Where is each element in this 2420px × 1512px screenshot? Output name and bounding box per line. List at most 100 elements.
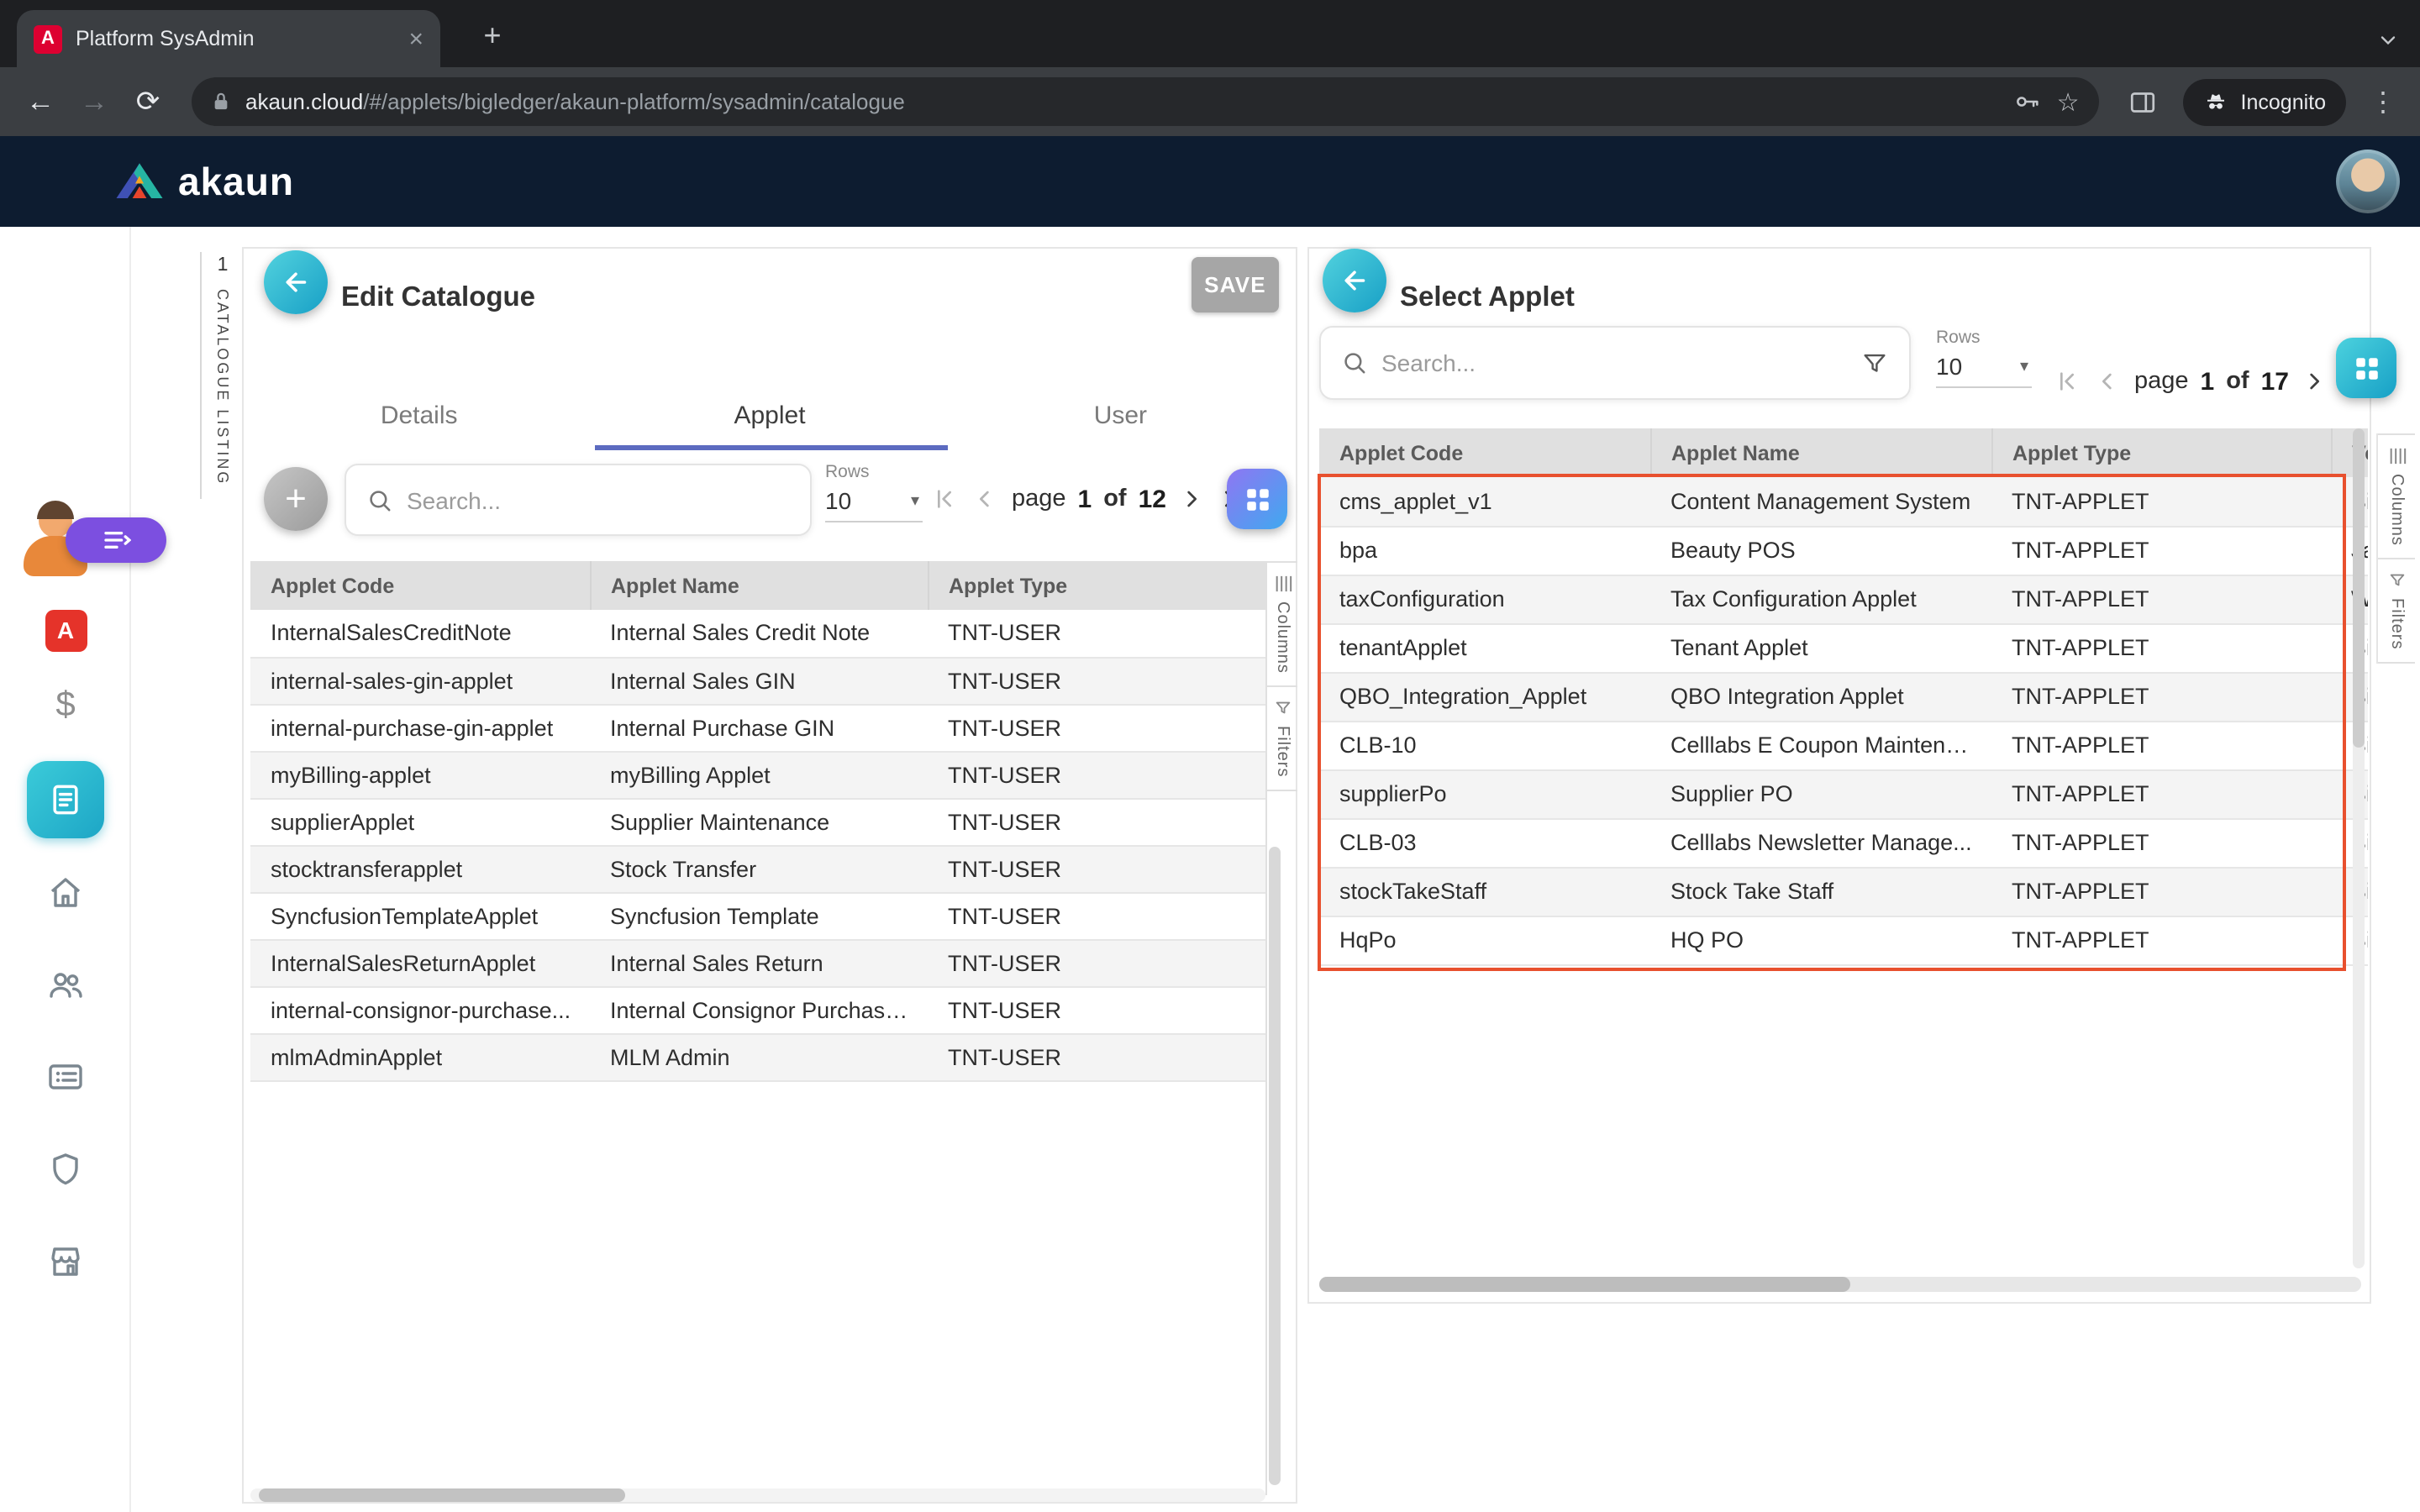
table-row[interactable]: stocktransferappletStock TransferTNT-USE… <box>250 845 1265 892</box>
table-cell: TNT-USER <box>928 751 1265 798</box>
table-cell: InternalSalesCreditNote <box>250 610 590 657</box>
column-header[interactable]: Applet Type <box>928 561 1265 610</box>
table-cell: Celllabs Newsletter Manage... <box>1650 818 1991 867</box>
search-icon <box>1341 349 1368 376</box>
password-key-icon[interactable] <box>2013 87 2042 116</box>
table-row[interactable]: supplierAppletSupplier MaintenanceTNT-US… <box>250 798 1265 845</box>
sidebar-item-store[interactable] <box>0 1242 131 1282</box>
akaun-logo[interactable]: akaun <box>114 159 294 204</box>
columns-side-tab[interactable]: Columns <box>1267 561 1297 687</box>
filters-side-tab[interactable]: Filters <box>2378 559 2415 663</box>
table-cell: supplierApplet <box>250 798 590 845</box>
table-row[interactable]: internal-consignor-purchase...Internal C… <box>250 986 1265 1033</box>
pagination: page 1 of 12 <box>926 472 1250 526</box>
table-row[interactable]: myBilling-appletmyBilling AppletTNT-USER <box>250 751 1265 798</box>
purple-menu-pill-icon[interactable] <box>66 517 166 563</box>
back-circle-button[interactable] <box>264 250 328 314</box>
logo-text: akaun <box>178 159 294 204</box>
sidebar-item-home[interactable] <box>0 872 131 912</box>
browser-tab-strip: A Platform SysAdmin × + <box>0 0 2420 67</box>
tab-search-chevron-icon[interactable] <box>2376 29 2400 52</box>
table-row[interactable]: QBO_Integration_AppletQBO Integration Ap… <box>1319 672 2368 721</box>
horizontal-scrollbar-thumb[interactable] <box>1319 1277 1850 1292</box>
table-row[interactable]: HqPoHQ POTNT-APPLETBi <box>1319 916 2368 964</box>
table-cell: TNT-APPLET <box>1991 769 2331 818</box>
table-row[interactable]: internal-sales-gin-appletInternal Sales … <box>250 657 1265 704</box>
next-page-button[interactable] <box>2296 361 2333 402</box>
sidebar-item-users[interactable] <box>0 964 131 1005</box>
table-row[interactable]: InternalSalesCreditNoteInternal Sales Cr… <box>250 610 1265 657</box>
url-path: /#/applets/bigledger/akaun-platform/sysa… <box>363 89 905 114</box>
applet-search[interactable] <box>345 464 812 536</box>
sidebar-item-agent[interactable] <box>0 501 131 581</box>
applet-search[interactable] <box>1319 326 1911 400</box>
vertical-scrollbar-thumb[interactable] <box>2353 428 2365 748</box>
side-panel-icon[interactable] <box>2120 78 2167 125</box>
table-cell: TNT-APPLET <box>1991 672 2331 721</box>
table-row[interactable]: CLB-03Celllabs Newsletter Manage...TNT-A… <box>1319 818 2368 867</box>
table-row[interactable]: CLB-10Celllabs E Coupon Maintenan...TNT-… <box>1319 721 2368 769</box>
sidebar-item-security[interactable] <box>0 1149 131 1189</box>
column-header[interactable]: Applet Name <box>1650 428 1991 477</box>
columns-label: Columns <box>1273 601 1292 674</box>
address-bar[interactable]: akaun.cloud/#/applets/bigledger/akaun-pl… <box>192 77 2100 126</box>
search-input[interactable] <box>1381 349 1847 376</box>
url-host: akaun.cloud <box>245 89 363 114</box>
back-circle-button[interactable] <box>1323 249 1386 312</box>
rows-label: Rows <box>1936 328 2032 348</box>
sidebar-item-modules[interactable] <box>0 1057 131 1097</box>
browser-menu-icon[interactable]: ⋮ <box>2363 85 2403 118</box>
prev-page-button[interactable] <box>2089 361 2126 402</box>
tab-user[interactable]: User <box>945 383 1296 447</box>
filters-side-tab[interactable]: Filters <box>1267 687 1297 790</box>
table-row[interactable]: mlmAdminAppletMLM AdminTNT-USER <box>250 1033 1265 1080</box>
column-header[interactable]: Applet Name <box>590 561 928 610</box>
first-page-button[interactable] <box>926 479 963 519</box>
column-header[interactable]: Applet Code <box>1319 428 1650 477</box>
grid-view-button[interactable] <box>2336 338 2396 398</box>
horizontal-scrollbar-thumb[interactable] <box>259 1488 625 1502</box>
table-cell: TNT-USER <box>928 798 1265 845</box>
table-row[interactable]: stockTakeStaffStock Take StaffTNT-APPLET… <box>1319 867 2368 916</box>
pagination: page 1 of 17 <box>2049 354 2373 408</box>
next-page-button[interactable] <box>1173 479 1210 519</box>
prev-page-button[interactable] <box>966 479 1003 519</box>
catalogue-listing-strip[interactable]: 1 CATALOGUE LISTING <box>200 252 240 499</box>
rows-per-page-select[interactable]: Rows 10▾ <box>1936 328 2032 388</box>
table-row[interactable]: internal-purchase-gin-appletInternal Pur… <box>250 704 1265 751</box>
sidebar-item-acrobat[interactable]: A <box>0 608 131 652</box>
tab-applet[interactable]: Applet <box>594 383 944 447</box>
table-cell: TNT-USER <box>928 1033 1265 1080</box>
reload-button[interactable]: ⟳ <box>124 78 171 125</box>
vertical-scrollbar[interactable] <box>1269 847 1281 1485</box>
add-applet-button[interactable]: + <box>264 467 328 531</box>
first-page-button[interactable] <box>2049 361 2086 402</box>
new-tab-button[interactable]: + <box>471 13 514 57</box>
forward-button[interactable]: → <box>71 78 118 125</box>
search-filter-icon[interactable] <box>1860 349 1889 377</box>
bookmark-star-icon[interactable]: ☆ <box>2057 87 2080 117</box>
table-cell: TNT-USER <box>928 704 1265 751</box>
back-button[interactable]: ← <box>17 78 64 125</box>
sidebar-item-billing[interactable]: $ <box>0 684 131 727</box>
table-row[interactable]: supplierPoSupplier POTNT-APPLETBi <box>1319 769 2368 818</box>
table-row[interactable]: cms_applet_v1Content Management SystemTN… <box>1319 477 2368 526</box>
table-cell: tenantApplet <box>1319 623 1650 672</box>
table-row[interactable]: tenantAppletTenant AppletTNT-APPLETBi <box>1319 623 2368 672</box>
table-row[interactable]: InternalSalesReturnAppletInternal Sales … <box>250 939 1265 986</box>
browser-tab[interactable]: A Platform SysAdmin × <box>17 10 440 67</box>
table-row[interactable]: taxConfigurationTax Configuration Applet… <box>1319 575 2368 623</box>
tab-close-icon[interactable]: × <box>408 26 424 51</box>
tab-details[interactable]: Details <box>244 383 594 447</box>
column-header[interactable]: Applet Type <box>1991 428 2331 477</box>
table-row[interactable]: bpaBeauty POSTNT-APPLETJa <box>1319 526 2368 575</box>
rows-per-page-select[interactable]: Rows 10▾ <box>825 462 923 522</box>
grid-view-button[interactable] <box>1227 469 1287 529</box>
columns-side-tab[interactable]: Columns <box>2378 433 2415 559</box>
table-row[interactable]: SyncfusionTemplateAppletSyncfusion Templ… <box>250 892 1265 939</box>
sidebar-item-catalogue-active[interactable] <box>0 761 131 838</box>
column-header[interactable]: Applet Code <box>250 561 590 610</box>
save-button[interactable]: SAVE <box>1192 257 1279 312</box>
search-input[interactable] <box>407 486 790 513</box>
user-avatar[interactable] <box>2336 150 2400 213</box>
